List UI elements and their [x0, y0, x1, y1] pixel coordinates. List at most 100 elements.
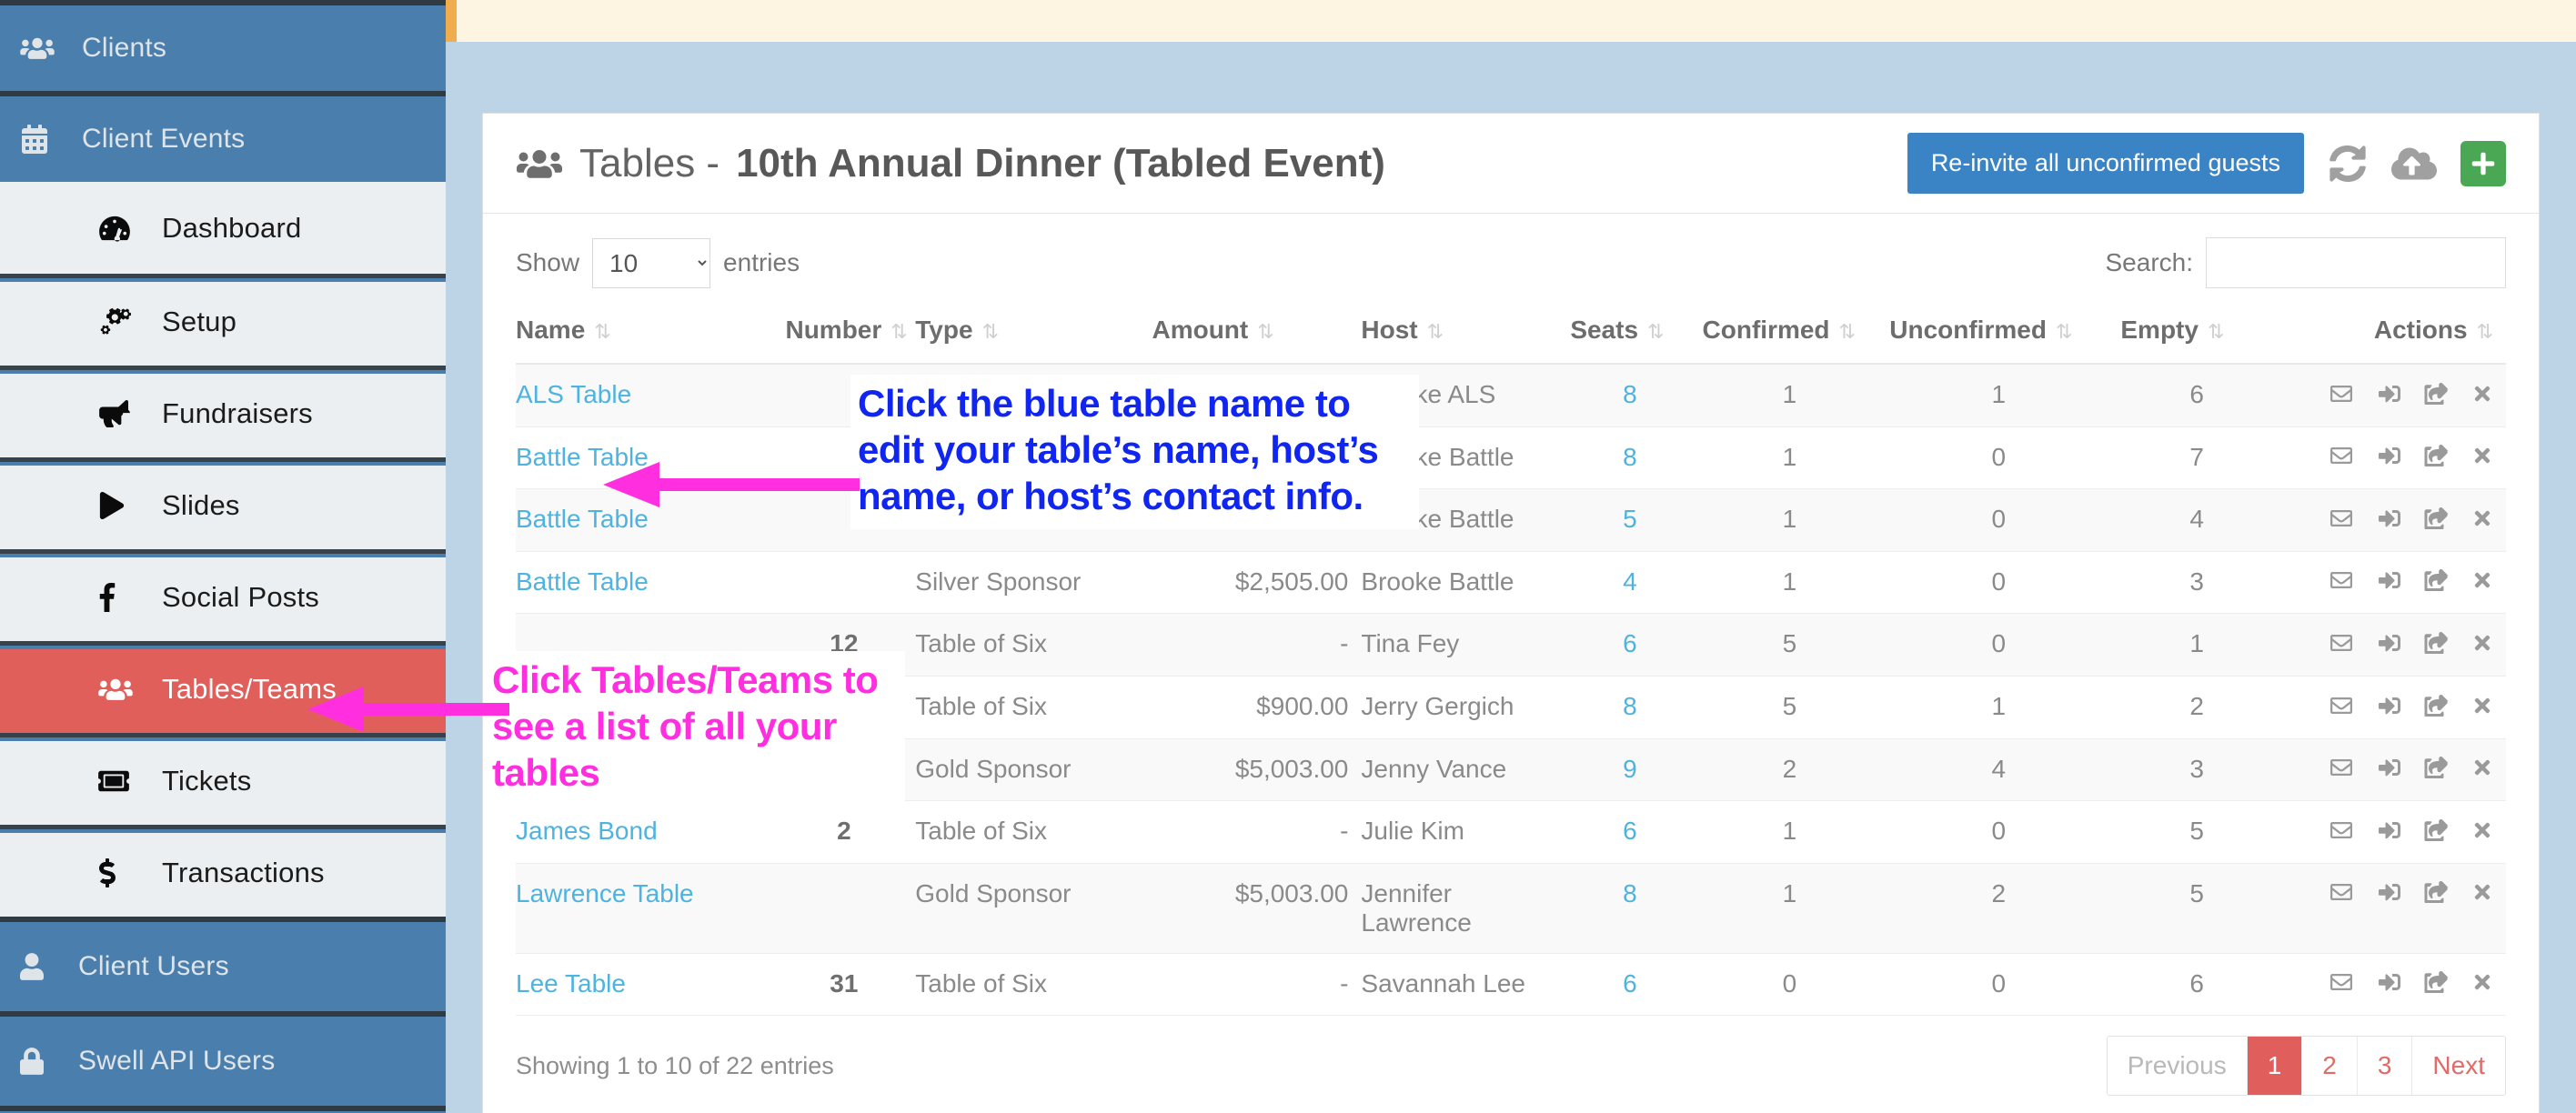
- remove-icon[interactable]: [2471, 568, 2493, 597]
- remove-icon[interactable]: [2471, 970, 2493, 999]
- sidebar-item-clients[interactable]: Clients: [0, 0, 446, 91]
- remove-icon[interactable]: [2471, 880, 2493, 909]
- envelope-icon[interactable]: [2328, 970, 2355, 999]
- sign-in-icon[interactable]: [2377, 631, 2402, 660]
- seats-link[interactable]: 8: [1623, 879, 1637, 907]
- sign-in-icon[interactable]: [2377, 694, 2402, 723]
- column-header-empty[interactable]: Empty ⇅: [2120, 297, 2286, 365]
- table-name-link[interactable]: Lawrence Table: [516, 879, 694, 907]
- header-actions: Re-invite all unconfirmed guests: [1907, 133, 2506, 194]
- seats-link[interactable]: 6: [1623, 817, 1637, 845]
- share-icon[interactable]: [2424, 756, 2450, 785]
- remove-icon[interactable]: [2471, 818, 2493, 847]
- share-icon[interactable]: [2424, 568, 2450, 597]
- sidebar-item-client-events[interactable]: Client Events: [0, 91, 446, 182]
- search-group: Search:: [2105, 237, 2506, 288]
- pagination-1[interactable]: 1: [2247, 1037, 2303, 1096]
- share-icon[interactable]: [2424, 382, 2450, 411]
- entries-per-page-select[interactable]: 102550100: [592, 237, 711, 288]
- remove-icon[interactable]: [2471, 631, 2493, 660]
- seats-link[interactable]: 4: [1623, 567, 1637, 596]
- column-header-amount[interactable]: Amount ⇅: [1152, 297, 1362, 365]
- envelope-icon[interactable]: [2328, 382, 2355, 411]
- envelope-icon[interactable]: [2328, 444, 2355, 473]
- envelope-icon[interactable]: [2328, 818, 2355, 847]
- sidebar-item-label: Client Users: [78, 951, 229, 981]
- envelope-icon[interactable]: [2328, 506, 2355, 536]
- sidebar-item-fundraisers[interactable]: Fundraisers: [0, 366, 446, 457]
- sidebar-item-setup[interactable]: Setup: [0, 274, 446, 366]
- sign-in-icon[interactable]: [2377, 970, 2402, 999]
- sidebar-item-social-posts[interactable]: Social Posts: [0, 549, 446, 641]
- remove-icon[interactable]: [2471, 756, 2493, 785]
- sidebar-item-swell-api-users[interactable]: Swell API Users: [0, 1011, 446, 1106]
- remove-icon[interactable]: [2471, 444, 2493, 473]
- sidebar-item-tickets[interactable]: Tickets: [0, 733, 446, 825]
- column-header-unconfirmed[interactable]: Unconfirmed ⇅: [1889, 297, 2121, 365]
- sign-in-icon[interactable]: [2377, 818, 2402, 847]
- table-name-link[interactable]: James Bond: [516, 817, 658, 845]
- pagination-next[interactable]: Next: [2412, 1037, 2505, 1096]
- column-header-confirmed[interactable]: Confirmed ⇅: [1702, 297, 1890, 365]
- envelope-icon[interactable]: [2328, 880, 2355, 909]
- share-icon[interactable]: [2424, 694, 2450, 723]
- column-header-host[interactable]: Host ⇅: [1361, 297, 1571, 365]
- share-icon[interactable]: [2424, 444, 2450, 473]
- column-header-number[interactable]: Number ⇅: [785, 297, 916, 365]
- pagination-3[interactable]: 3: [2357, 1037, 2413, 1096]
- cell-host: Jerry Gergich: [1361, 676, 1571, 739]
- seats-link[interactable]: 5: [1623, 505, 1637, 533]
- remove-icon[interactable]: [2471, 382, 2493, 411]
- envelope-icon[interactable]: [2328, 756, 2355, 785]
- table-name-link[interactable]: Battle Table: [516, 443, 649, 471]
- sign-in-icon[interactable]: [2377, 506, 2402, 536]
- refresh-icon[interactable]: [2328, 145, 2368, 182]
- remove-icon[interactable]: [2471, 694, 2493, 723]
- share-icon[interactable]: [2424, 970, 2450, 999]
- envelope-icon[interactable]: [2328, 694, 2355, 723]
- sidebar-item-dashboard[interactable]: Dashboard: [0, 182, 446, 274]
- remove-icon[interactable]: [2471, 506, 2493, 536]
- table-name-link[interactable]: ALS Table: [516, 380, 631, 408]
- sidebar-item-slides[interactable]: Slides: [0, 457, 446, 549]
- sign-in-icon[interactable]: [2377, 568, 2402, 597]
- sign-in-icon[interactable]: [2377, 444, 2402, 473]
- search-input[interactable]: [2206, 237, 2506, 288]
- share-icon[interactable]: [2424, 818, 2450, 847]
- column-header-name[interactable]: Name ⇅: [516, 297, 786, 365]
- share-icon[interactable]: [2424, 506, 2450, 536]
- sidebar-item-client-users[interactable]: Client Users: [0, 917, 446, 1011]
- cell-type: Gold Sponsor: [915, 738, 1152, 802]
- reinvite-unconfirmed-guests-button[interactable]: Re-invite all unconfirmed guests: [1907, 133, 2304, 194]
- sign-in-icon[interactable]: [2377, 756, 2402, 785]
- search-label: Search:: [2105, 248, 2194, 276]
- sign-in-icon[interactable]: [2377, 382, 2402, 411]
- seats-link[interactable]: 8: [1623, 692, 1637, 720]
- cell-seats: 5: [1570, 488, 1703, 552]
- sign-in-icon[interactable]: [2377, 880, 2402, 909]
- cell-name: [516, 613, 786, 677]
- seats-link[interactable]: 8: [1623, 443, 1637, 471]
- column-header-seats[interactable]: Seats ⇅: [1570, 297, 1703, 365]
- cell-host: Brooke ALS: [1361, 364, 1571, 427]
- column-header-type[interactable]: Type ⇅: [915, 297, 1152, 365]
- column-header-actions[interactable]: Actions ⇅: [2285, 297, 2506, 365]
- pagination-2[interactable]: 2: [2302, 1037, 2358, 1096]
- table-name-link[interactable]: Battle Table: [516, 505, 649, 533]
- seats-link[interactable]: 6: [1623, 629, 1637, 657]
- cell-type: Table of Six: [915, 953, 1152, 1017]
- cell-confirmed: 1: [1702, 488, 1890, 552]
- sidebar-item-transactions[interactable]: Transactions: [0, 825, 446, 917]
- envelope-icon[interactable]: [2328, 631, 2355, 660]
- seats-link[interactable]: 9: [1623, 755, 1637, 783]
- envelope-icon[interactable]: [2328, 568, 2355, 597]
- seats-link[interactable]: 6: [1623, 969, 1637, 998]
- add-table-button[interactable]: [2460, 140, 2506, 186]
- share-icon[interactable]: [2424, 880, 2450, 909]
- seats-link[interactable]: 8: [1623, 380, 1637, 408]
- cloud-download-icon[interactable]: [2391, 145, 2437, 182]
- share-icon[interactable]: [2424, 631, 2450, 660]
- table-name-link[interactable]: Battle Table: [516, 567, 649, 596]
- sidebar-item-tables-teams[interactable]: Tables/Teams: [0, 641, 446, 733]
- table-name-link[interactable]: Lee Table: [516, 969, 626, 998]
